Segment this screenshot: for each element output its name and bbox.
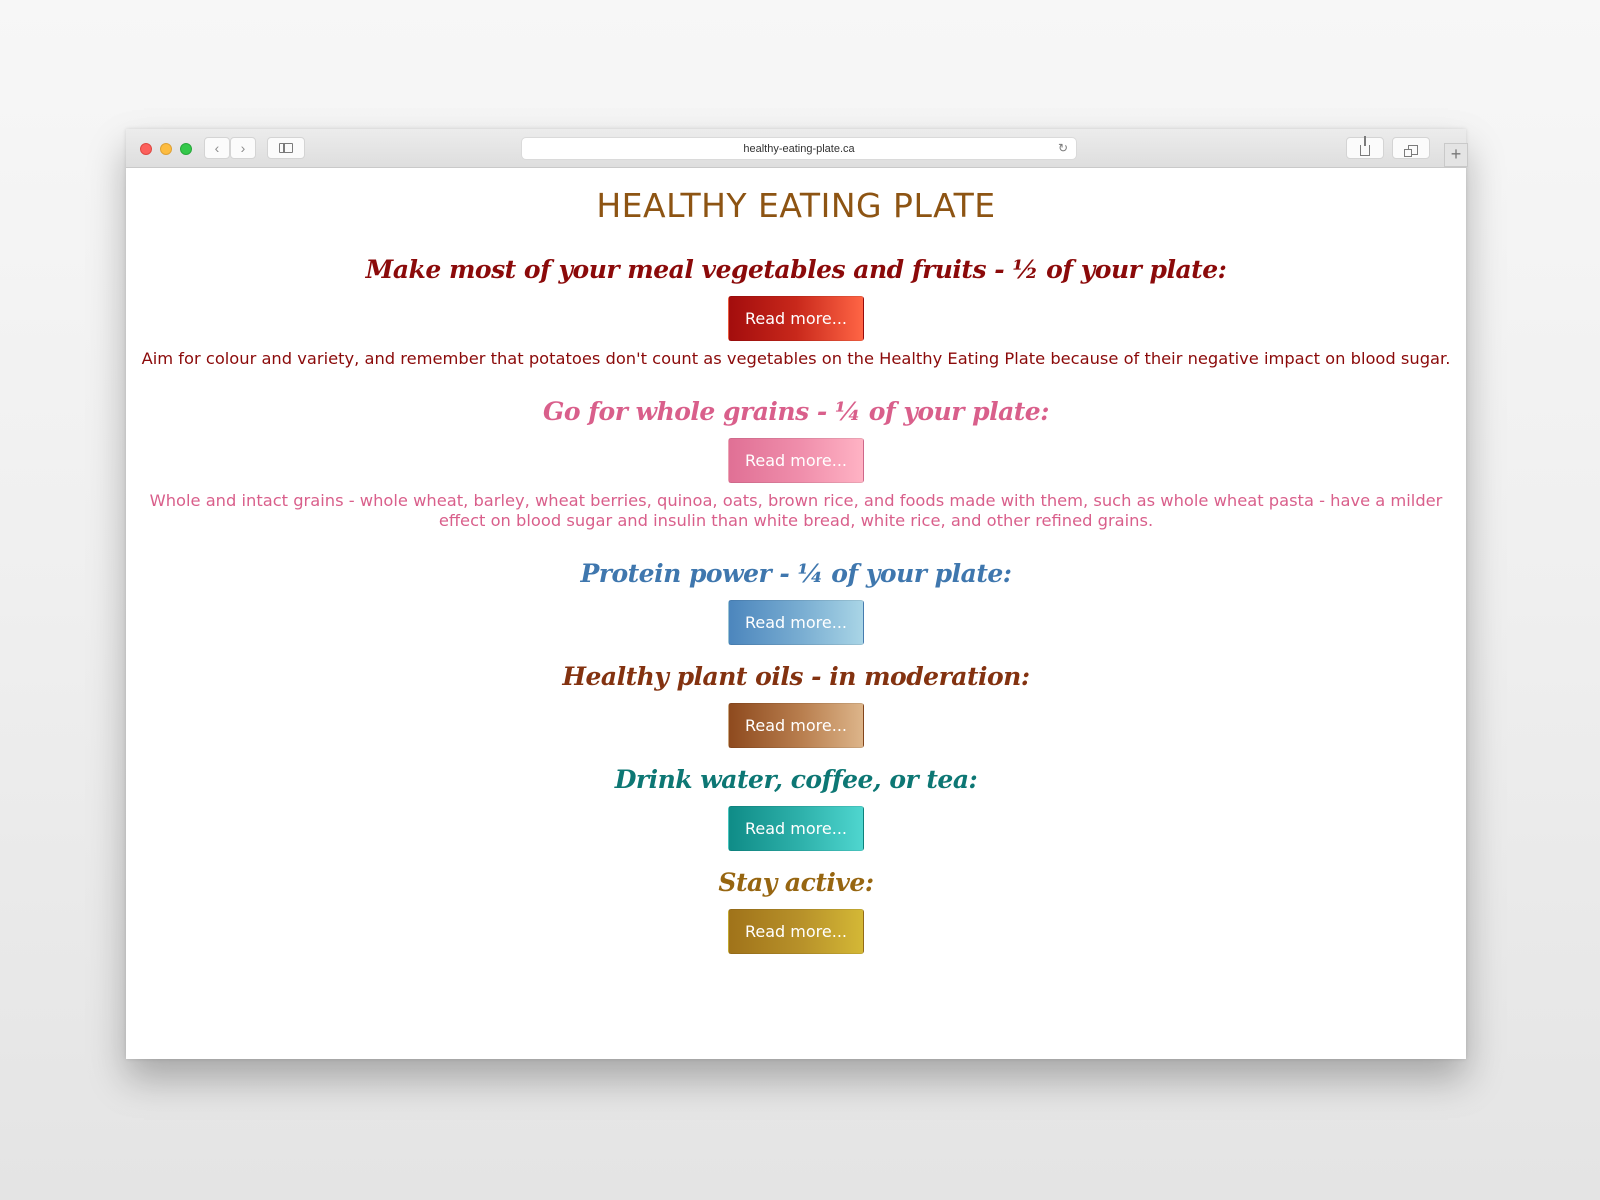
new-tab-button[interactable]: + [1444, 143, 1468, 167]
section-plant-oils: Healthy plant oils - in moderation: Read… [126, 661, 1466, 748]
section-protein: Protein power - ¼ of your plate: Read mo… [126, 558, 1466, 645]
browser-window: ‹ › healthy-eating-plate.ca ↻ + HEALTHY … [126, 129, 1468, 1059]
sidebar-toggle-button[interactable] [267, 137, 305, 159]
section-stay-active: Stay active: Read more... [126, 867, 1466, 954]
read-more-button[interactable]: Read more... [728, 438, 864, 483]
read-more-button[interactable]: Read more... [728, 806, 864, 851]
chevron-right-icon: › [240, 140, 246, 156]
read-more-button[interactable]: Read more... [728, 909, 864, 954]
address-bar[interactable]: healthy-eating-plate.ca ↻ [522, 138, 1076, 159]
page-content: HEALTHY EATING PLATE Make most of your m… [126, 168, 1466, 1059]
forward-button[interactable]: › [230, 137, 256, 159]
section-heading: Healthy plant oils - in moderation: [562, 662, 1030, 691]
section-description: Aim for colour and variety, and remember… [141, 349, 1451, 368]
section-heading: Make most of your meal vegetables and fr… [365, 255, 1227, 284]
section-heading: Go for whole grains - ¼ of your plate: [543, 397, 1049, 426]
plus-icon: + [1450, 144, 1462, 164]
read-more-button[interactable]: Read more... [728, 296, 864, 341]
url-text: healthy-eating-plate.ca [743, 142, 855, 155]
section-vegetables-fruits: Make most of your meal vegetables and fr… [126, 254, 1466, 369]
close-window-icon[interactable] [140, 143, 152, 155]
read-more-button[interactable]: Read more... [728, 600, 864, 645]
page-title: HEALTHY EATING PLATE [596, 186, 996, 225]
section-drinks: Drink water, coffee, or tea: Read more..… [126, 764, 1466, 851]
section-heading: Protein power - ¼ of your plate: [580, 559, 1012, 588]
zoom-window-icon[interactable] [180, 143, 192, 155]
chevron-left-icon: ‹ [214, 140, 220, 156]
back-button[interactable]: ‹ [204, 137, 230, 159]
reload-icon[interactable]: ↻ [1058, 141, 1068, 155]
section-heading: Drink water, coffee, or tea: [614, 765, 978, 794]
share-button[interactable] [1346, 135, 1384, 159]
section-description: Whole and intact grains - whole wheat, b… [149, 491, 1443, 530]
section-whole-grains: Go for whole grains - ¼ of your plate: R… [126, 396, 1466, 531]
sidebar-icon [279, 143, 293, 153]
browser-toolbar: ‹ › healthy-eating-plate.ca ↻ + [126, 129, 1468, 168]
minimize-window-icon[interactable] [160, 143, 172, 155]
show-tabs-button[interactable] [1392, 137, 1430, 159]
share-icon [1360, 135, 1370, 156]
tabs-icon [1403, 144, 1418, 157]
section-heading: Stay active: [718, 868, 874, 897]
read-more-button[interactable]: Read more... [728, 703, 864, 748]
